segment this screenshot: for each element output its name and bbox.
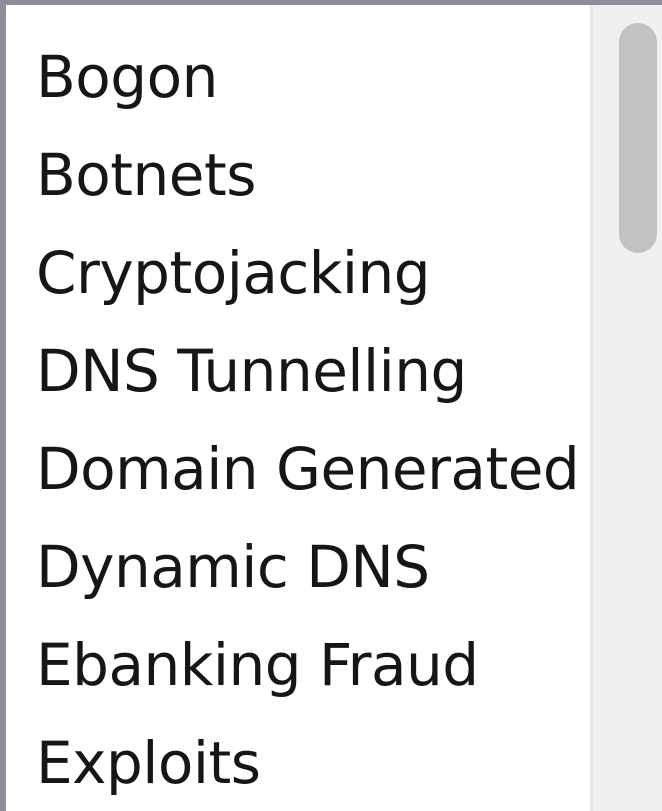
- vertical-scrollbar[interactable]: [590, 5, 662, 811]
- category-listbox[interactable]: Bogon Botnets Cryptojacking DNS Tunnelli…: [0, 0, 662, 811]
- list-item-domain-generated[interactable]: Domain Generated: [36, 420, 590, 518]
- list-item-bogon[interactable]: Bogon: [36, 28, 590, 126]
- category-list: Bogon Botnets Cryptojacking DNS Tunnelli…: [6, 5, 590, 811]
- scrollbar-thumb[interactable]: [619, 23, 657, 253]
- list-item-dynamic-dns[interactable]: Dynamic DNS: [36, 518, 590, 616]
- list-item-ebanking-fraud[interactable]: Ebanking Fraud: [36, 616, 590, 714]
- list-item-botnets[interactable]: Botnets: [36, 126, 590, 224]
- list-item-cryptojacking[interactable]: Cryptojacking: [36, 224, 590, 322]
- list-item-dns-tunnelling[interactable]: DNS Tunnelling: [36, 322, 590, 420]
- list-item-exploits[interactable]: Exploits: [36, 714, 590, 811]
